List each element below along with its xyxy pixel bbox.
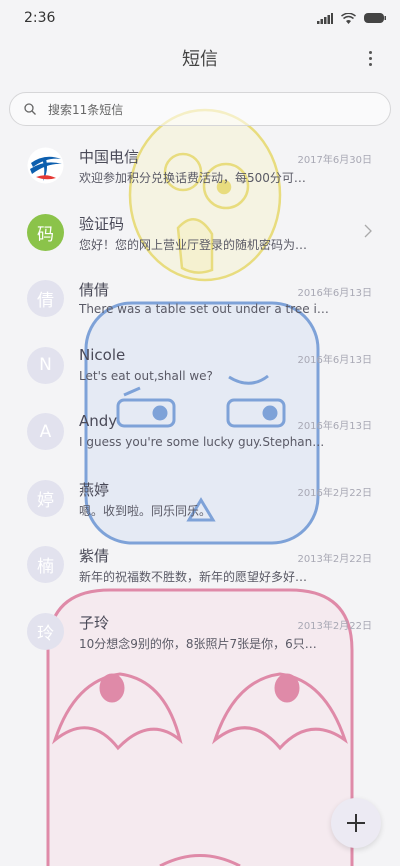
- conversation-item[interactable]: 楠 紫倩 2013年2月22日 新年的祝福数不胜数，新年的愿望好多好…: [0, 535, 400, 602]
- avatar: 倩: [27, 280, 64, 317]
- message-preview: Let's eat out,shall we?: [79, 368, 213, 383]
- avatar: 楠: [27, 546, 64, 583]
- contact-name: 燕婷: [79, 480, 110, 499]
- wifi-icon: [341, 12, 356, 24]
- message-preview: There was a table set out under a tree i…: [79, 302, 329, 316]
- avatar: A: [27, 413, 64, 450]
- more-options-button[interactable]: [362, 46, 378, 70]
- message-list: 中国电信 2017年6月30日 欢迎参加积分兑换话费活动，每500分可… 码 验…: [0, 136, 400, 668]
- conversation-item[interactable]: 婷 燕婷 2016年2月22日 嗯。收到啦。同乐同乐。: [0, 469, 400, 536]
- conversation-item[interactable]: A Andy 2016年6月13日 I guess you're some lu…: [0, 402, 400, 469]
- contact-name: 中国电信: [79, 148, 140, 166]
- conversation-item[interactable]: 中国电信 2017年6月30日 欢迎参加积分兑换话费活动，每500分可…: [0, 136, 400, 203]
- conversation-item[interactable]: N Nicole 2016年6月13日 Let's eat out,shall …: [0, 336, 400, 403]
- conversation-item[interactable]: 倩 倩倩 2016年6月13日 There was a table set ou…: [0, 269, 400, 336]
- china-telecom-logo-icon: [27, 147, 64, 184]
- message-preview: I guess you're some lucky guy.Stephan…: [79, 435, 325, 449]
- message-preview: 嗯。收到啦。同乐同乐。: [79, 503, 212, 518]
- contact-name: 子玲: [79, 613, 110, 632]
- status-bar: 2:36: [0, 0, 400, 36]
- contact-name: 紫倩: [79, 547, 110, 565]
- page-title: 短信: [182, 49, 218, 70]
- status-icons: [317, 12, 386, 24]
- contact-name: 验证码: [79, 214, 125, 233]
- avatar: 玲: [27, 612, 64, 650]
- message-date: 2013年2月22日: [297, 620, 372, 632]
- contact-name: Andy: [79, 412, 118, 430]
- search-icon: [24, 103, 36, 115]
- message-date: 2016年6月13日: [297, 421, 372, 432]
- avatar: [27, 147, 64, 184]
- contact-name: 倩倩: [79, 281, 110, 299]
- conversation-item[interactable]: 玲 子玲 2013年2月22日 10分想念9别的你，8张照片7张是你，6只…: [0, 602, 400, 669]
- status-time: 2:36: [24, 10, 56, 26]
- signal-icon: [317, 12, 333, 24]
- search-placeholder: 搜索11条短信: [48, 102, 124, 117]
- message-date: 2016年6月13日: [297, 354, 372, 366]
- contact-name: Nicole: [79, 345, 126, 364]
- avatar: 码: [27, 213, 64, 251]
- message-preview: 10分想念9别的你，8张照片7张是你，6只…: [79, 636, 317, 651]
- avatar: 婷: [27, 479, 64, 517]
- avatar: N: [27, 346, 64, 384]
- message-preview: 欢迎参加积分兑换话费活动，每500分可…: [79, 171, 306, 185]
- battery-icon: [364, 13, 386, 23]
- app-header: 短信: [0, 36, 400, 80]
- chevron-right-icon: [364, 224, 372, 237]
- conversation-item[interactable]: 码 验证码 您好！您的网上营业厅登录的随机密码为…: [0, 203, 400, 270]
- new-message-button[interactable]: [331, 798, 381, 848]
- message-preview: 您好！您的网上营业厅登录的随机密码为…: [79, 237, 308, 252]
- plus-icon: [347, 814, 365, 832]
- message-date: 2013年2月22日: [297, 554, 372, 565]
- message-preview: 新年的祝福数不胜数，新年的愿望好多好…: [79, 570, 308, 584]
- search-input[interactable]: 搜索11条短信: [9, 92, 391, 126]
- message-date: 2017年6月30日: [297, 155, 372, 166]
- message-date: 2016年6月13日: [297, 288, 372, 299]
- more-vertical-icon: [368, 50, 372, 54]
- message-date: 2016年2月22日: [297, 487, 372, 499]
